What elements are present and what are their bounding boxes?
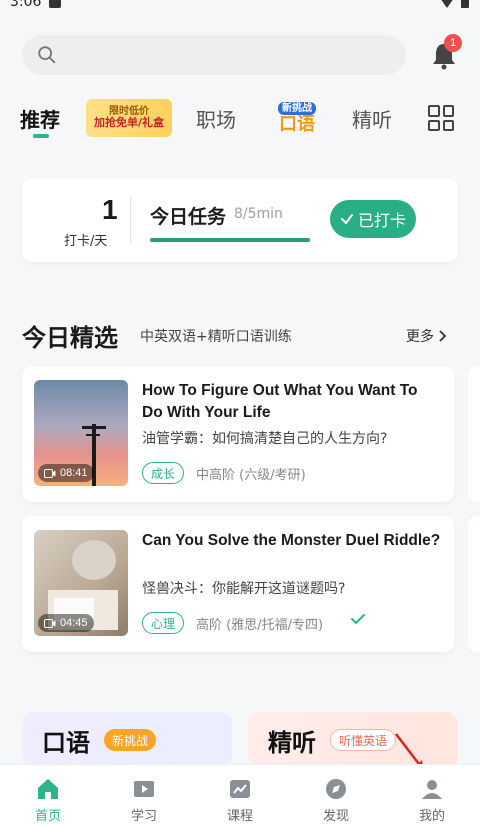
wifi-icon [441,0,453,8]
nav-home[interactable]: 首页 [13,777,83,826]
streak-count: 1 [102,194,118,225]
nav-label: 课程 [226,809,253,824]
video-duration: 08:41 [38,464,94,482]
battery-icon [461,0,469,8]
topic-tag: 心理 [142,612,185,634]
app-notification-icon [49,0,62,8]
promo-title: 口语 [42,728,90,757]
promo-top-text: 新挑战 [278,101,316,115]
nav-study[interactable]: 学习 [109,777,179,826]
promo-chip: 新挑战 [104,729,157,751]
section-title: 今日精选 [22,324,118,352]
section-subtitle: 中英双语+精听口语训练 [140,329,292,345]
tab-intensive-listening[interactable]: 精听 [352,104,392,133]
tab-career[interactable]: 职场 [196,104,236,133]
duration-text: 04:45 [60,617,88,629]
tab-label: 精听 [352,107,392,132]
duration-text: 08:41 [60,467,88,479]
difficulty-level: 高阶 (雅思/托福/专四) [196,618,324,633]
task-title: 今日任务 [150,206,227,228]
tab-speaking-challenge[interactable]: 新挑战 口语 [266,97,328,139]
video-card[interactable]: 08:41 How To Figure Out What You Want To… [22,366,454,502]
tab-label: 职场 [196,107,236,132]
speaking-promo-card[interactable]: 口语 新挑战 [22,712,232,768]
search-icon [38,46,56,64]
card-peek [468,366,480,502]
difficulty-level: 中高阶 (六级/考研) [196,468,306,483]
nav-label: 首页 [34,809,61,824]
video-thumbnail: 08:41 [34,380,128,486]
all-categories-icon[interactable] [428,105,454,131]
notification-badge: 1 [444,34,462,52]
more-label: 更多 [406,329,434,345]
nav-profile[interactable]: 我的 [397,777,467,826]
bottom-nav: 首页 学习 课程 发现 我的 [0,764,480,826]
completed-check-icon [351,614,365,625]
task-progress-text: 8/5min [234,206,283,222]
home-icon [38,779,58,799]
status-bar: 3:06 [0,0,480,14]
card-peek [468,516,480,652]
nav-label: 我的 [418,809,445,824]
status-time: 3:06 [10,0,42,10]
streak-label: 打卡/天 [64,234,108,249]
compass-icon [326,779,346,799]
divider [130,196,131,244]
nav-label: 学习 [130,809,157,824]
study-icon [134,781,154,797]
video-thumbnail: 04:45 [34,530,128,636]
tab-promo-sale[interactable]: 限时低价 加抢免单/礼盒 [86,99,172,137]
tab-recommend[interactable]: 推荐 [20,104,64,138]
daily-task-card: 1 打卡/天 今日任务 8/5min 已打卡 [22,178,458,262]
search-row: 1 [0,30,480,80]
task-progress-fill [150,238,310,242]
chevron-right-icon [439,330,446,342]
video-card[interactable]: 04:45 Can You Solve the Monster Duel Rid… [22,516,454,652]
courses-icon [230,780,250,798]
promo-title: 精听 [268,728,316,757]
video-icon [44,468,56,478]
checkin-button[interactable]: 已打卡 [330,200,416,238]
promo-bottom-text: 加抢免单/礼盒 [93,116,165,130]
active-tab-indicator [33,133,49,138]
video-icon [44,618,56,628]
topic-tag: 成长 [142,462,185,484]
video-title: How To Figure Out What You Want To Do Wi… [142,382,418,421]
check-icon [340,214,353,225]
video-duration: 04:45 [38,614,94,632]
nav-label: 发现 [322,809,349,824]
checkin-label: 已打卡 [357,211,406,230]
search-input[interactable] [22,35,406,75]
task-progress-bar [150,238,310,242]
nav-discover[interactable]: 发现 [301,777,371,826]
category-tabs: 推荐 限时低价 加抢免单/礼盒 职场 新挑战 口语 精听 [0,92,480,144]
video-title-cn: 怪兽决斗：你能解开这道谜题吗? [142,581,346,597]
video-title: Can You Solve the Monster Duel Riddle? [142,532,441,549]
notification-button[interactable]: 1 [430,34,462,70]
video-title-cn: 油管学霸：如何搞清楚自己的人生方向? [142,431,388,447]
nav-courses[interactable]: 课程 [205,777,275,826]
profile-icon [422,780,442,799]
promo-chip: 听懂英语 [330,729,397,751]
tab-label: 推荐 [20,107,60,132]
more-link[interactable]: 更多 [406,326,446,346]
promo-bottom-text: 口语 [279,113,315,135]
